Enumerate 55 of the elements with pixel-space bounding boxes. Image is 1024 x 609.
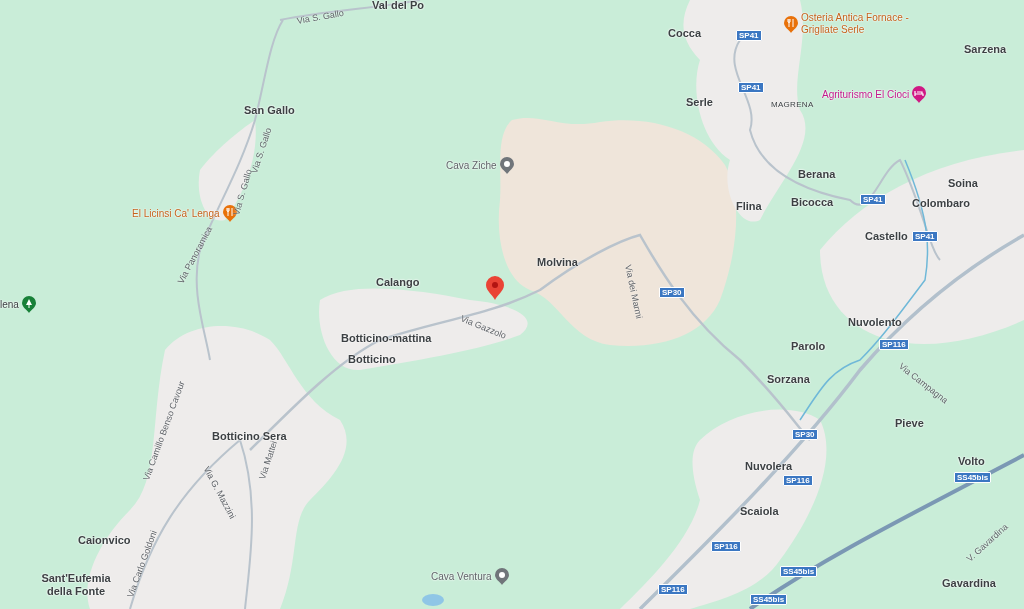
road-number-sign: SS45bis xyxy=(780,566,818,577)
place-label: Botticino-mattina xyxy=(341,332,432,345)
poi-label[interactable]: Osteria Antica Fornace - Grigliate Serle xyxy=(801,12,929,36)
place-label: Nuvolera xyxy=(745,460,793,473)
place-label: Val del Po xyxy=(372,0,424,12)
road-number-sign: SP30 xyxy=(792,429,818,440)
place-label: Gavardina xyxy=(942,577,996,590)
place-label: Caionvico xyxy=(78,534,131,547)
locality-label: MAGRENA xyxy=(771,100,814,109)
place-label: Flina xyxy=(736,200,762,213)
place-label: Calango xyxy=(376,276,420,289)
location-pin-icon[interactable] xyxy=(486,276,504,300)
place-label: Castello xyxy=(865,230,908,243)
place-label: Soina xyxy=(948,177,978,190)
place-label: San Gallo xyxy=(244,104,295,117)
tree-icon[interactable] xyxy=(21,296,36,313)
poi-label[interactable]: Agriturismo El Cioci xyxy=(822,88,910,101)
street-label: Via dei Marmi xyxy=(623,263,645,320)
poi-label[interactable]: Cava Ventura xyxy=(431,570,492,583)
place-label: Parolo xyxy=(791,340,826,353)
place-label: Molvina xyxy=(537,256,578,269)
place-label: Volto xyxy=(958,455,985,468)
place-label: Scaiola xyxy=(740,505,779,518)
road-number-sign: SP116 xyxy=(711,541,741,552)
poi-label[interactable]: Cava Ziche xyxy=(446,159,497,172)
place-label: Sant'Eufemia della Fonte xyxy=(40,572,112,598)
road-number-sign: SS45bis xyxy=(954,472,992,483)
road-number-sign: SP116 xyxy=(658,584,688,595)
road-number-sign: SP116 xyxy=(879,339,909,350)
place-label: Sorzana xyxy=(767,373,810,386)
road-number-sign: SP41 xyxy=(912,231,938,242)
road-number-sign: SP41 xyxy=(736,30,762,41)
poi-label[interactable]: El Licinsi Ca' Lenga xyxy=(132,207,220,220)
road-number-sign: SP30 xyxy=(659,287,685,298)
place-label: Sarzena xyxy=(964,43,1007,56)
poi-label[interactable]: lena xyxy=(0,298,19,311)
place-label: Pieve xyxy=(895,417,924,430)
place-label: Serle xyxy=(686,96,713,109)
place-label: Botticino xyxy=(348,353,396,366)
pond xyxy=(422,594,444,606)
place-label: Bicocca xyxy=(791,196,834,209)
street-label: Via S. Gallo xyxy=(231,168,254,217)
road-number-sign: SP41 xyxy=(738,82,764,93)
street-label: Via S. Gallo xyxy=(296,7,345,26)
road-number-sign: SP41 xyxy=(860,194,886,205)
place-label: Cocca xyxy=(668,27,702,40)
place-icon[interactable] xyxy=(494,568,509,585)
bed-icon[interactable] xyxy=(912,86,927,103)
restaurant-icon[interactable] xyxy=(784,15,798,33)
place-icon[interactable] xyxy=(499,157,514,174)
street-label: Via Camillo Benso Cavour xyxy=(141,379,187,482)
street-label: Via Mattei xyxy=(257,439,280,481)
road-number-sign: SP116 xyxy=(783,475,813,486)
place-label: Berana xyxy=(798,168,836,181)
road-number-sign: SS45bis xyxy=(750,594,788,605)
